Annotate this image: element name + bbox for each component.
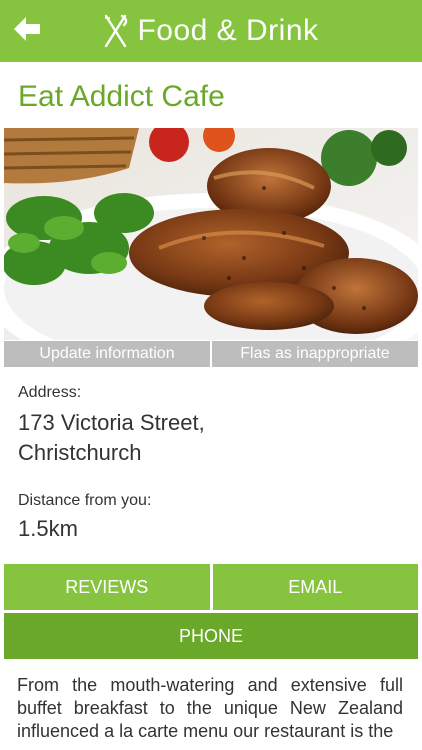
restaurant-description: From the mouth-watering and extensive fu… [17, 675, 403, 741]
address-label: Address: [18, 384, 82, 401]
fork-knife-icon [105, 14, 128, 48]
back-arrow-icon [14, 17, 40, 41]
back-button[interactable] [10, 12, 44, 46]
flag-inappropriate-button[interactable]: Flas as inappropriate [212, 341, 418, 367]
contact-actions: REVIEWS EMAIL [4, 564, 418, 610]
app-header: Food & Drink [0, 0, 422, 62]
brand: Food & Drink [103, 14, 318, 48]
phone-button[interactable]: PHONE [4, 613, 418, 659]
update-information-button[interactable]: Update information [4, 341, 210, 367]
food-photo-image [4, 128, 418, 340]
info-actions: Update information Flas as inappropriate [4, 341, 418, 367]
distance-value: 1.5km [18, 516, 78, 541]
restaurant-name: Eat Addict Cafe [18, 80, 225, 113]
app-title: Food & Drink [137, 14, 319, 47]
address-line-2: Christchurch [18, 440, 142, 465]
reviews-button[interactable]: REVIEWS [4, 564, 210, 610]
restaurant-photo [4, 128, 418, 340]
distance-label: Distance from you: [18, 492, 152, 509]
address-line-1: 173 Victoria Street, [18, 410, 205, 435]
email-button[interactable]: EMAIL [212, 564, 418, 610]
